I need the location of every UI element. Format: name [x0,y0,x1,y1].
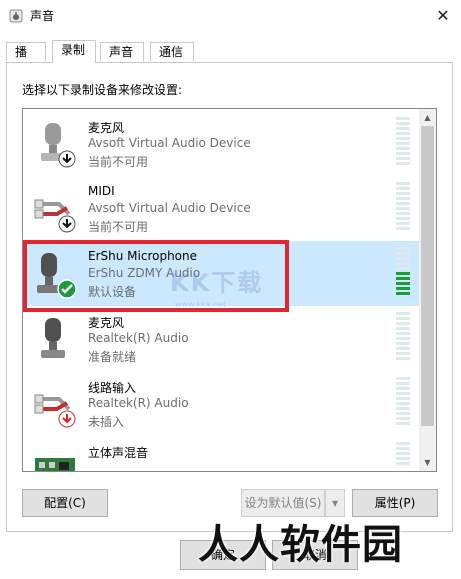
device-item[interactable]: 麦克风 Avsoft Virtual Audio Device 当前不可用 [23,111,420,176]
device-state: 准备就绪 [88,350,137,364]
device-item[interactable]: 立体声混音 [23,436,420,471]
device-state: 默认设备 [88,285,137,299]
watermark-logo: KK下载 [170,269,264,297]
scroll-up-arrow-icon[interactable]: ▲ [419,109,436,126]
watermark-corner: 人人软件园 [198,522,403,568]
level-meter [396,377,410,429]
chevron-down-icon: ▾ [331,496,339,510]
microphone-icon [37,253,77,299]
level-meter [396,312,410,364]
microphone-icon [41,318,65,358]
device-item[interactable]: 麦克风 Realtek(R) Audio 准备就绪 [23,306,420,371]
device-name: 麦克风 [88,316,125,330]
device-name: 立体声混音 [88,446,149,460]
tab-recording[interactable]: 录制 [52,40,96,63]
level-meter [396,182,410,234]
device-driver: Avsoft Virtual Audio Device [88,136,251,150]
close-button[interactable]: ✕ [431,4,455,28]
microphone-icon [41,123,76,168]
device-state: 未插入 [88,415,125,429]
device-driver: Realtek(R) Audio [88,396,189,410]
level-meter [396,117,410,169]
device-item[interactable]: MIDI Avsoft Virtual Audio Device 当前不可用 [23,176,420,241]
level-meter [396,442,410,471]
rca-cable-icon [34,394,76,428]
tab-communications[interactable]: 通信 [150,42,194,61]
device-name: ErShu Microphone [88,249,198,263]
device-item[interactable]: 线路输入 Realtek(R) Audio 未插入 [23,371,420,436]
device-driver: Avsoft Virtual Audio Device [88,201,251,215]
speaker-icon [9,9,23,23]
title-bar: 声音 ✕ [0,0,461,32]
scroll-down-arrow-icon[interactable]: ▼ [419,454,436,471]
device-name: 线路输入 [88,381,137,395]
device-state: 当前不可用 [88,220,149,234]
instruction-text: 选择以下录制设备来修改设置: [22,83,183,97]
device-driver: Realtek(R) Audio [88,331,189,345]
device-name: 麦克风 [88,121,125,135]
window-title: 声音 [30,9,55,23]
device-state: 当前不可用 [88,155,149,169]
watermark-url: www.kkx.net [175,300,227,309]
tab-playback[interactable]: 播放 [6,42,46,78]
vertical-scrollbar[interactable]: ▲ ▼ [419,109,436,471]
device-name: MIDI [88,184,115,198]
configure-button[interactable]: 配置(C) [22,489,108,517]
scroll-thumb[interactable] [421,126,434,426]
rca-cable-icon [34,199,76,233]
sound-card-icon [35,458,75,471]
level-meter-active [396,247,410,299]
tab-sounds[interactable]: 声音 [100,42,144,61]
